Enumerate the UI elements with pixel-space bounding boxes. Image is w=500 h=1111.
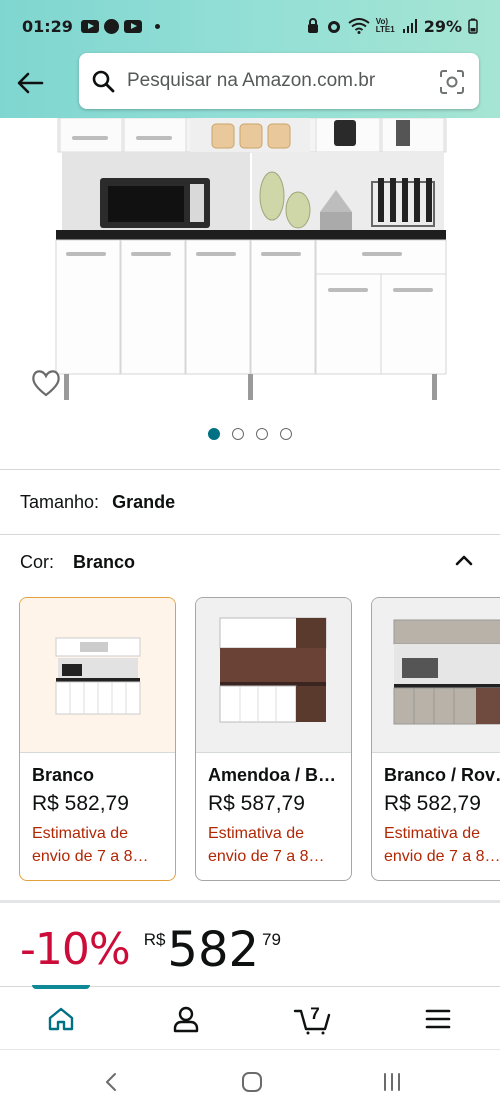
nav-menu[interactable] bbox=[418, 1001, 458, 1037]
color-swatch-list: Branco R$ 582,79 Estimativa de envio de … bbox=[19, 597, 500, 881]
account-icon bbox=[173, 1006, 199, 1033]
price-currency: R$ bbox=[143, 930, 166, 949]
swatch-thumbnail bbox=[20, 598, 175, 752]
swatch-shipping: Estimativa de envio de 7 a 8 dias bbox=[208, 825, 309, 865]
price-display: -10% R$ 582 79 bbox=[20, 924, 281, 984]
swatch-card-branco-rovere[interactable]: Branco / Rovere R$ 582,79 Estimativa de … bbox=[371, 597, 500, 881]
color-selector-header[interactable]: Cor: Branco bbox=[20, 552, 480, 573]
price-fraction: 79 bbox=[262, 930, 281, 949]
wifi-icon bbox=[348, 18, 370, 34]
search-icon bbox=[92, 70, 115, 93]
system-recents-icon[interactable] bbox=[380, 1070, 404, 1094]
discount-percent: -10% bbox=[20, 924, 131, 975]
gallery-dot[interactable] bbox=[256, 428, 268, 440]
divider bbox=[0, 534, 500, 535]
home-icon bbox=[48, 1007, 74, 1031]
cart-count: 7 bbox=[310, 1004, 319, 1023]
size-selector[interactable]: Tamanho: Grande bbox=[20, 492, 175, 513]
product-image-gallery[interactable] bbox=[0, 118, 500, 468]
camera-search-icon[interactable] bbox=[439, 69, 465, 95]
swatch-name: Branco / Rovere bbox=[384, 765, 500, 785]
size-value: Grande bbox=[112, 492, 176, 512]
nav-active-indicator bbox=[32, 985, 90, 989]
network-type: Vo) LTE1 bbox=[375, 17, 395, 34]
search-bar[interactable] bbox=[79, 53, 479, 109]
back-arrow-icon[interactable] bbox=[14, 67, 46, 99]
alarm-icon bbox=[327, 21, 340, 33]
battery-percent: 29% bbox=[423, 16, 462, 36]
youtube-icon bbox=[123, 19, 142, 33]
battery-icon bbox=[468, 18, 478, 34]
swatch-price: R$ 582,79 bbox=[384, 792, 481, 815]
swatch-shipping: Estimativa de envio de 7 a 8 dias bbox=[384, 825, 485, 865]
status-indicators: Vo) LTE1 29% bbox=[306, 17, 478, 36]
search-header bbox=[0, 52, 500, 118]
youtube-icon bbox=[80, 19, 99, 33]
system-nav-bar bbox=[0, 1049, 500, 1111]
lock-icon bbox=[307, 18, 318, 33]
swatch-card-branco[interactable]: Branco R$ 582,79 Estimativa de envio de … bbox=[19, 597, 176, 881]
swatch-thumbnail bbox=[196, 598, 351, 752]
gallery-pagination-dots bbox=[0, 428, 500, 440]
color-label: Cor: bbox=[20, 552, 55, 572]
nav-cart[interactable]: 7 bbox=[291, 1001, 335, 1037]
bottom-nav: 7 bbox=[0, 985, 500, 1048]
swatch-shipping: Estimativa de envio de 7 a 8 dias bbox=[32, 825, 133, 865]
status-bar: 01:29 Vo) LTE1 29% bbox=[0, 0, 500, 52]
gallery-dot[interactable] bbox=[208, 428, 220, 440]
swatch-price: R$ 587,79 bbox=[208, 792, 305, 815]
app-notification-icon bbox=[103, 18, 119, 34]
hamburger-menu-icon bbox=[425, 1009, 451, 1029]
chevron-up-icon[interactable] bbox=[454, 552, 474, 568]
more-notifications-icon bbox=[154, 23, 160, 29]
system-back-icon[interactable] bbox=[100, 1070, 124, 1094]
nav-home[interactable] bbox=[41, 1001, 81, 1037]
swatch-price: R$ 582,79 bbox=[32, 792, 129, 815]
system-home-icon[interactable] bbox=[240, 1070, 264, 1094]
gallery-dot[interactable] bbox=[280, 428, 292, 440]
swatch-image bbox=[219, 617, 327, 723]
price-whole: 582 bbox=[167, 922, 260, 978]
divider bbox=[0, 900, 500, 903]
cart-icon: 7 bbox=[293, 1004, 331, 1035]
swatch-name: Amendoa / Branco bbox=[208, 765, 339, 785]
product-image bbox=[55, 118, 447, 400]
signal-icon bbox=[402, 19, 417, 33]
nav-account[interactable] bbox=[166, 1001, 206, 1037]
swatch-name: Branco bbox=[32, 765, 95, 785]
swatch-card-amendoa-branco[interactable]: Amendoa / Branco R$ 587,79 Estimativa de… bbox=[195, 597, 352, 881]
color-value: Branco bbox=[73, 552, 136, 572]
swatch-thumbnail bbox=[372, 598, 500, 752]
wishlist-heart-icon[interactable] bbox=[30, 368, 62, 398]
gallery-dot[interactable] bbox=[232, 428, 244, 440]
swatch-image bbox=[55, 637, 141, 715]
divider bbox=[0, 469, 500, 470]
size-label: Tamanho: bbox=[20, 492, 100, 512]
status-time: 01:29 bbox=[22, 16, 73, 36]
search-input[interactable] bbox=[127, 63, 427, 99]
swatch-image bbox=[393, 619, 500, 725]
